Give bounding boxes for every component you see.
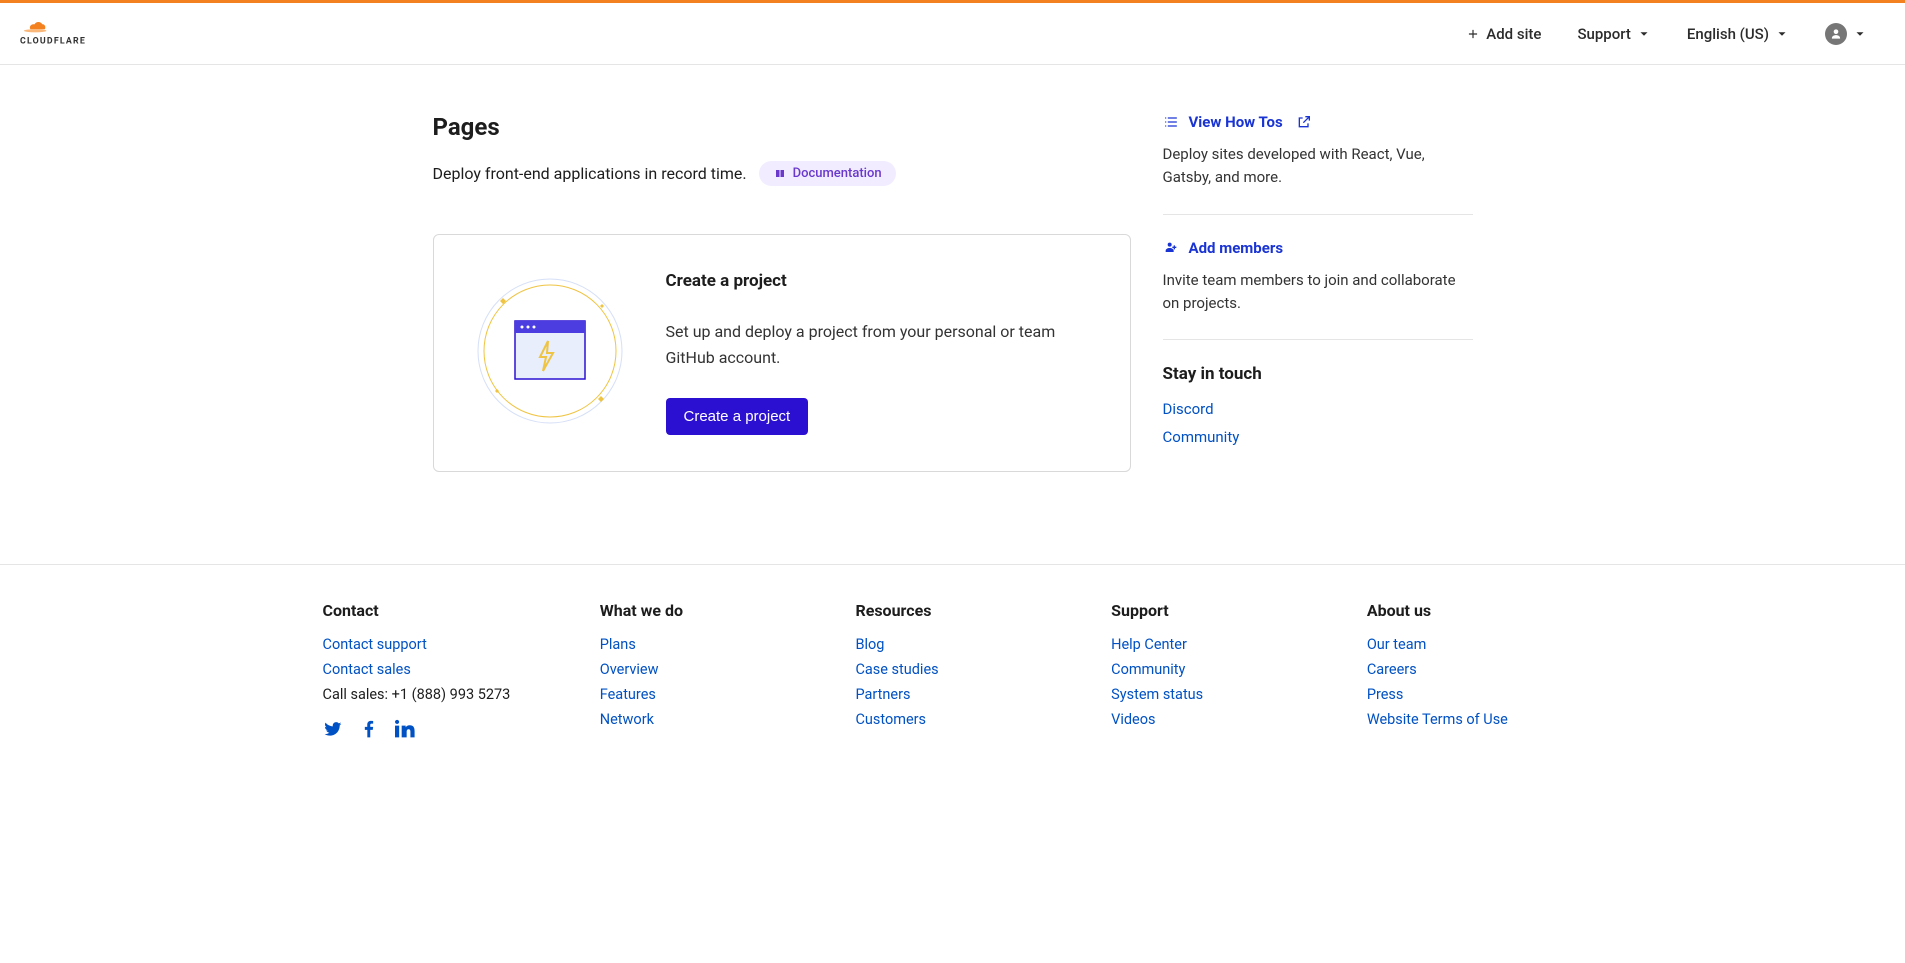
person-plus-icon [1163, 240, 1179, 256]
footer-support-heading: Support [1111, 601, 1327, 620]
stay-in-touch-heading: Stay in touch [1163, 364, 1473, 384]
create-project-illustration [470, 271, 630, 431]
cloudflare-logo[interactable]: CLOUDFLARE [20, 18, 132, 50]
add-members-label: Add members [1189, 239, 1284, 257]
discord-link[interactable]: Discord [1163, 400, 1473, 418]
footer-link[interactable]: Customers [855, 711, 1071, 728]
footer-link[interactable]: Website Terms of Use [1367, 711, 1583, 728]
create-project-card: Create a project Set up and deploy a pro… [433, 234, 1131, 472]
add-site-button[interactable]: Add site [1448, 25, 1559, 43]
account-dropdown[interactable] [1807, 23, 1885, 45]
footer-about-heading: About us [1367, 601, 1583, 620]
caret-down-icon [1853, 27, 1867, 41]
facebook-icon[interactable] [359, 719, 379, 743]
community-link[interactable]: Community [1163, 428, 1473, 446]
footer-link[interactable]: Partners [855, 686, 1071, 703]
create-project-button[interactable]: Create a project [666, 398, 809, 435]
list-icon [1163, 114, 1179, 130]
footer-link[interactable]: Features [600, 686, 816, 703]
documentation-label: Documentation [793, 166, 882, 181]
footer-link[interactable]: Blog [855, 636, 1071, 653]
footer-link[interactable]: System status [1111, 686, 1327, 703]
footer-link[interactable]: Press [1367, 686, 1583, 703]
footer-col-whatwedo: What we do Plans Overview Features Netwo… [600, 601, 816, 743]
external-link-icon [1296, 114, 1312, 130]
footer-link[interactable]: Our team [1367, 636, 1583, 653]
twitter-icon[interactable] [323, 719, 343, 743]
create-card-description: Set up and deploy a project from your pe… [666, 319, 1086, 370]
caret-down-icon [1637, 27, 1651, 41]
language-label: English (US) [1687, 25, 1769, 43]
plus-icon [1466, 27, 1480, 41]
footer-col-about: About us Our team Careers Press Website … [1367, 601, 1583, 743]
footer-link[interactable]: Overview [600, 661, 816, 678]
documentation-pill[interactable]: Documentation [759, 161, 896, 186]
footer-link[interactable]: Case studies [855, 661, 1071, 678]
footer-link[interactable]: Videos [1111, 711, 1327, 728]
view-howtos-link[interactable]: View How Tos [1163, 113, 1473, 131]
sidebar: View How Tos Deploy sites developed with… [1163, 113, 1473, 504]
howtos-description: Deploy sites developed with React, Vue, … [1163, 143, 1473, 190]
footer-whatwedo-heading: What we do [600, 601, 816, 620]
footer-col-resources: Resources Blog Case studies Partners Cus… [855, 601, 1071, 743]
linkedin-icon[interactable] [395, 719, 415, 743]
footer-col-contact: Contact Contact support Contact sales Ca… [323, 601, 560, 743]
view-howtos-label: View How Tos [1189, 113, 1283, 131]
avatar-icon [1825, 23, 1847, 45]
footer-link[interactable]: Help Center [1111, 636, 1327, 653]
caret-down-icon [1775, 27, 1789, 41]
header: CLOUDFLARE Add site Support English (US) [0, 3, 1905, 65]
add-members-link[interactable]: Add members [1163, 239, 1473, 257]
footer-resources-heading: Resources [855, 601, 1071, 620]
footer-link[interactable]: Network [600, 711, 816, 728]
footer-link[interactable]: Careers [1367, 661, 1583, 678]
add-site-label: Add site [1486, 25, 1541, 43]
footer-link[interactable]: Plans [600, 636, 816, 653]
members-description: Invite team members to join and collabor… [1163, 269, 1473, 316]
footer: Contact Contact support Contact sales Ca… [303, 565, 1603, 763]
footer-col-support: Support Help Center Community System sta… [1111, 601, 1327, 743]
book-icon [773, 168, 787, 180]
footer-call-sales: Call sales: +1 (888) 993 5273 [323, 686, 560, 703]
svg-text:CLOUDFLARE: CLOUDFLARE [20, 36, 86, 46]
page-title: Pages [433, 113, 1131, 141]
support-label: Support [1577, 25, 1630, 43]
footer-link[interactable]: Community [1111, 661, 1327, 678]
footer-contact-sales-link[interactable]: Contact sales [323, 661, 560, 678]
page-subtitle: Deploy front-end applications in record … [433, 164, 747, 183]
language-dropdown[interactable]: English (US) [1669, 25, 1807, 43]
support-dropdown[interactable]: Support [1559, 25, 1668, 43]
create-card-heading: Create a project [666, 271, 1086, 291]
footer-contact-support-link[interactable]: Contact support [323, 636, 560, 653]
footer-contact-heading: Contact [323, 601, 560, 620]
